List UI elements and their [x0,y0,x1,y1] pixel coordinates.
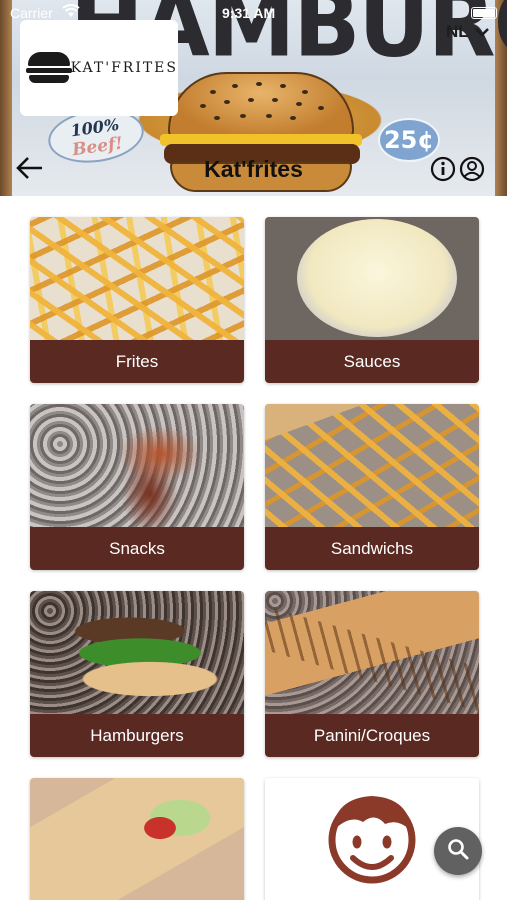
logo-text: KAT'FRITES [70,60,178,76]
restaurant-logo: KAT'FRITES [20,20,178,116]
status-time: 9:31 AM [222,5,276,21]
snack-photo [30,404,244,527]
wrap-photo [30,778,244,900]
search-button[interactable] [434,827,482,875]
battery-icon [471,7,497,19]
category-label: Panini/Croques [265,714,479,757]
category-grid: Frites Sauces Snacks Sandwichs Hamburger… [0,196,507,900]
user-icon[interactable] [459,156,485,182]
sandwich-photo [265,404,479,527]
category-label: Hamburgers [30,714,244,757]
info-icon[interactable] [430,156,456,182]
carrier-label: Carrier [10,5,53,21]
category-label: Frites [30,340,244,383]
category-card-frites[interactable]: Frites [30,217,244,383]
category-card-panini-croques[interactable]: Panini/Croques [265,591,479,757]
category-card-snacks[interactable]: Snacks [30,404,244,570]
language-selector[interactable]: NL [446,22,489,42]
hamburger-photo [30,591,244,714]
navigation-bar: Kat'frites [0,146,507,192]
language-code: NL [446,22,469,41]
category-card-sandwichs[interactable]: Sandwichs [265,404,479,570]
fries-photo [30,217,244,340]
header-banner: HAMBURGERS 100% Beef! 25¢ Carrier 9:31 A… [0,0,507,196]
wifi-icon [62,4,80,21]
sauce-photo [265,217,479,340]
category-card-sauces[interactable]: Sauces [265,217,479,383]
category-label: Snacks [30,527,244,570]
chevron-down-icon [474,24,489,40]
category-card-hamburgers[interactable]: Hamburgers [30,591,244,757]
burger-illustration-bun [168,72,354,140]
category-card-wrap[interactable] [30,778,244,900]
category-label: Sandwichs [265,527,479,570]
category-label: Sauces [265,340,479,383]
panini-photo [265,591,479,714]
search-icon [446,837,470,866]
burger-logo-icon [26,52,72,84]
